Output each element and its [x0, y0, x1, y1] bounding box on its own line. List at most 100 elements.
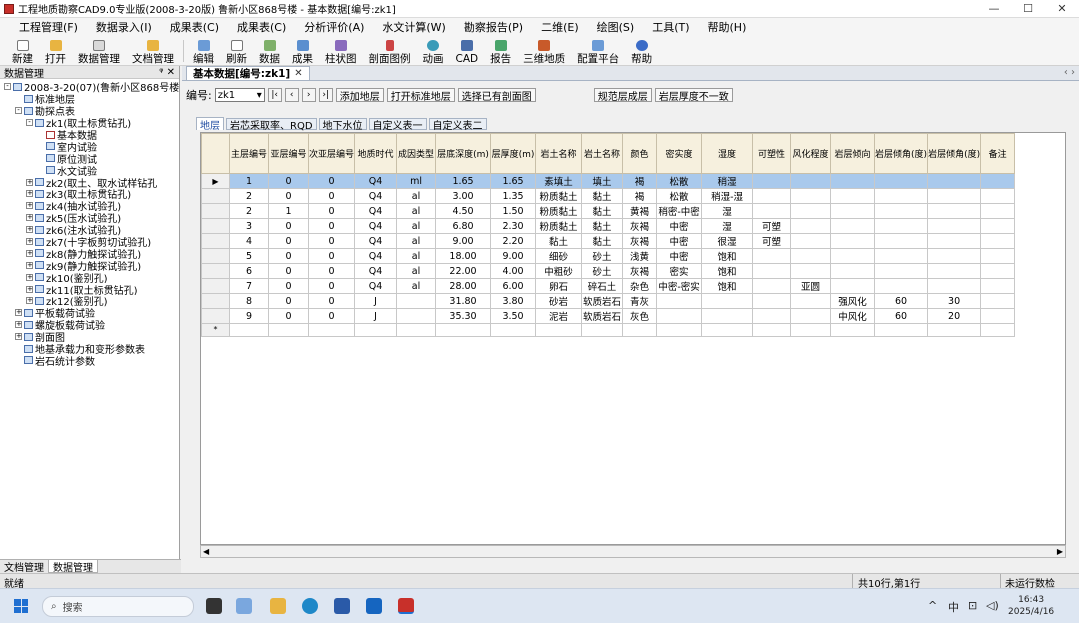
file-explorer-icon[interactable]	[270, 598, 286, 614]
tree-item[interactable]: + zk7(十字板剪切试验孔)	[0, 236, 179, 247]
table-cell[interactable]	[927, 278, 982, 294]
row-header[interactable]	[201, 278, 230, 294]
table-cell[interactable]: 0	[307, 188, 356, 204]
table-cell[interactable]: 中密	[656, 248, 703, 264]
table-cell[interactable]: J	[354, 293, 398, 309]
table-cell[interactable]	[752, 263, 792, 279]
table-cell[interactable]: 8	[229, 293, 269, 309]
3d-geology-button[interactable]: 三维地质	[517, 35, 571, 65]
table-cell[interactable]	[874, 263, 929, 279]
open-std-layer-button[interactable]: 打开标准地层	[386, 88, 455, 103]
tab-groundwater[interactable]: 地下水位	[318, 118, 367, 132]
table-cell[interactable]: 18.00	[435, 248, 492, 264]
table-cell[interactable]: 6.00	[490, 278, 537, 294]
menu-data-entry[interactable]: 数据录入(I)	[87, 19, 161, 35]
table-cell[interactable]: 可塑	[752, 218, 792, 234]
tree-item[interactable]: 室内试验	[0, 140, 179, 152]
tree-item[interactable]: - 2008-3-20(07)(鲁新小区868号楼	[0, 81, 179, 93]
table-cell[interactable]	[874, 218, 929, 234]
table-cell[interactable]	[790, 173, 832, 189]
table-cell[interactable]	[752, 293, 792, 309]
minimize-button[interactable]: —	[977, 0, 1011, 18]
table-cell[interactable]: 0	[268, 308, 309, 324]
edge-browser-icon[interactable]	[302, 598, 318, 614]
column-header[interactable]: 岩土名称	[581, 133, 624, 174]
table-cell[interactable]	[830, 203, 876, 219]
table-cell[interactable]: 3	[229, 218, 269, 234]
store-icon[interactable]	[334, 598, 350, 614]
table-cell[interactable]: 砂土	[581, 248, 624, 264]
table-cell[interactable]	[980, 263, 1016, 279]
table-cell[interactable]: al	[396, 218, 437, 234]
table-cell[interactable]: 填土	[581, 173, 624, 189]
table-cell[interactable]: Q4	[354, 203, 398, 219]
menu-2d[interactable]: 二维(E)	[532, 19, 588, 35]
tree-item[interactable]: 基本数据	[0, 129, 179, 140]
table-cell[interactable]: 4.00	[490, 263, 537, 279]
expand-icon[interactable]: +	[26, 238, 33, 246]
table-cell[interactable]	[830, 173, 876, 189]
row-header[interactable]	[201, 188, 230, 204]
ime-indicator[interactable]: 中	[948, 599, 959, 615]
table-cell[interactable]: 杂色	[622, 278, 658, 294]
row-header[interactable]	[201, 308, 230, 324]
table-cell[interactable]: 2.20	[490, 233, 537, 249]
cad-button[interactable]: CAD	[450, 35, 485, 65]
table-cell[interactable]	[268, 323, 309, 337]
table-cell[interactable]: 砂岩	[535, 293, 583, 309]
table-cell[interactable]	[874, 188, 929, 204]
taskbar-clock[interactable]: 16:43 2025/4/16	[1008, 594, 1054, 618]
table-cell[interactable]	[752, 248, 792, 264]
tray-overflow-icon[interactable]: ^	[928, 599, 937, 612]
table-cell[interactable]: 0	[307, 308, 356, 324]
table-cell[interactable]: 松散	[656, 173, 703, 189]
column-header[interactable]: 岩层倾角(度)	[927, 133, 982, 174]
table-cell[interactable]: 1.65	[435, 173, 492, 189]
table-cell[interactable]	[980, 203, 1016, 219]
table-cell[interactable]	[790, 203, 832, 219]
table-cell[interactable]: 4.50	[435, 203, 492, 219]
table-cell[interactable]: 稍湿-湿	[701, 188, 754, 204]
table-cell[interactable]: al	[396, 278, 437, 294]
table-cell[interactable]: 28.00	[435, 278, 492, 294]
collapse-icon[interactable]: -	[26, 119, 33, 127]
table-cell[interactable]	[752, 188, 792, 204]
table-cell[interactable]	[752, 308, 792, 324]
expand-icon[interactable]: +	[26, 226, 33, 234]
menu-results[interactable]: 成果表(C)	[161, 19, 228, 35]
table-cell[interactable]: 2	[229, 188, 269, 204]
tree-item[interactable]: 原位测试	[0, 152, 179, 164]
table-cell[interactable]: 7	[229, 278, 269, 294]
menu-results-2[interactable]: 成果表(C)	[228, 19, 295, 35]
table-cell[interactable]: Q4	[354, 218, 398, 234]
table-cell[interactable]: 灰褐	[622, 233, 658, 249]
doc-tab-basic-data[interactable]: 基本数据[编号:zk1] ✕	[186, 66, 310, 80]
table-cell[interactable]: J	[354, 308, 398, 324]
table-cell[interactable]	[830, 278, 876, 294]
table-cell[interactable]: 0	[268, 233, 309, 249]
table-cell[interactable]: 1	[229, 173, 269, 189]
column-header[interactable]: 岩层倾角(度)	[874, 133, 929, 174]
table-cell[interactable]: 60	[874, 293, 929, 309]
table-cell[interactable]: 强风化	[830, 293, 876, 309]
tree-item[interactable]: + zk3(取土标贯钻孔)	[0, 188, 179, 200]
table-cell[interactable]: 灰褐	[622, 263, 658, 279]
table-cell[interactable]	[927, 188, 982, 204]
table-cell[interactable]: al	[396, 263, 437, 279]
tree-item[interactable]: 水文试验	[0, 164, 179, 176]
table-cell[interactable]: 黄褐	[622, 203, 658, 219]
column-header[interactable]: 可塑性	[752, 133, 792, 174]
tree-item[interactable]: - 勘探点表	[0, 105, 179, 117]
table-cell[interactable]: 软质岩石	[581, 293, 624, 309]
table-cell[interactable]: 黏土	[581, 233, 624, 249]
help-button[interactable]: 帮助	[625, 35, 658, 65]
table-row[interactable]: 2 0 0 Q4 al 3.00 1.35 粉质黏土 黏土褐松散 稍湿-湿	[201, 188, 1016, 204]
row-header[interactable]	[201, 233, 230, 249]
table-cell[interactable]: 松散	[656, 188, 703, 204]
table-cell[interactable]: 饱和	[701, 278, 754, 294]
table-cell[interactable]: 卵石	[535, 278, 583, 294]
table-cell[interactable]	[980, 218, 1016, 234]
expand-icon[interactable]: +	[26, 285, 33, 293]
table-cell[interactable]: 中密	[656, 218, 703, 234]
table-cell[interactable]	[396, 293, 437, 309]
